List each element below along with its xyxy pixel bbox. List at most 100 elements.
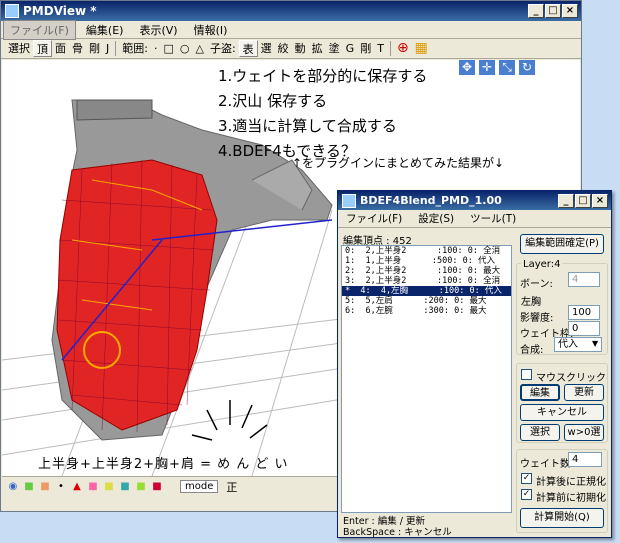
bone-field[interactable]: 4 [568, 272, 600, 287]
target-icon[interactable]: ⊕ [394, 40, 412, 57]
menu-edit[interactable]: 編集(E) [80, 21, 130, 39]
circle-icon[interactable]: ◉ [6, 480, 20, 494]
main-titlebar: PMDView * _ □ × [1, 1, 581, 21]
normalize-before-checkbox[interactable]: ✓ [521, 489, 532, 500]
window-title: PMDView * [23, 4, 97, 18]
tool-rigid2[interactable]: 剛 [357, 40, 374, 57]
tool-rigid[interactable]: 剛 [86, 40, 103, 57]
tool-move[interactable]: 動 [292, 40, 309, 57]
list-item[interactable]: 3: 2,上半身2 :100: 0: 全消 [342, 276, 511, 286]
orange-icon[interactable]: ■ [38, 480, 52, 494]
range-circle[interactable]: ○ [177, 40, 193, 57]
tool-narrow[interactable]: 絞 [275, 40, 292, 57]
dot-icon[interactable]: • [54, 480, 68, 494]
list-item[interactable]: 5: 5,左肩 :200: 0: 最大 [342, 296, 511, 306]
edit-button[interactable]: 編集 [520, 384, 560, 401]
list-item[interactable]: 6: 6,左腕 :300: 0: 最大 [342, 306, 511, 316]
zoom-icon[interactable]: ⤡ [498, 60, 516, 76]
maximize-button[interactable]: □ [545, 4, 561, 18]
normalize-after-label: 計算後に正規化 [536, 477, 606, 488]
combine-label: 合成: [520, 345, 544, 356]
main-toolbar: 選択 頂 面 骨 剛 J 範囲: · □ ○ △ 子盗: 表 選 絞 動 拡 塗… [1, 39, 581, 59]
dialog-maximize-button[interactable]: □ [575, 193, 591, 208]
layer-title: Layer:4 [521, 259, 563, 270]
influence-label: 影響度: [520, 313, 554, 324]
red-triangle-icon[interactable]: ▲ [70, 480, 84, 494]
move-icon[interactable]: ✥ [458, 60, 476, 76]
influence-field[interactable]: 100 [568, 305, 600, 320]
dialog-close-button[interactable]: × [592, 193, 608, 208]
dialog-minimize-button[interactable]: _ [558, 193, 574, 208]
mode-select[interactable]: mode [180, 480, 219, 493]
list-item-selected[interactable]: * 4: 4,左胸 :100: 0: 代入 [342, 286, 511, 296]
tool-t[interactable]: T [374, 40, 387, 57]
bone-name: 左胸 [521, 297, 541, 308]
menu-view[interactable]: 表示(V) [133, 21, 183, 39]
weight-count-label: ウェイト数: [520, 459, 574, 470]
dialog-menu-settings[interactable]: 設定(S) [412, 210, 460, 227]
menu-file[interactable]: ファイル(F) [3, 19, 76, 40]
list-item[interactable]: 1: 1,上半身 :500: 0: 代入 [342, 256, 511, 266]
pink-icon[interactable]: ■ [86, 480, 100, 494]
help-text: Enter : 編集 / 更新 BackSpace : キャンセル [343, 516, 452, 538]
lime-icon[interactable]: ■ [134, 480, 148, 494]
view-controls: ✥ ✛ ⤡ ↻ [458, 60, 536, 76]
red-blue-icon[interactable]: ■ [150, 480, 164, 494]
chevron-down-icon[interactable]: ▼ [592, 339, 598, 348]
range-label: 範囲: [122, 42, 148, 55]
sub-label: 子盗: [209, 42, 236, 55]
menu-info[interactable]: 情報(I) [188, 21, 234, 39]
plugin-icon [342, 193, 356, 208]
dialog-titlebar: BDEF4Blend_PMD_1.00 _ □ × [338, 191, 611, 210]
mouse-click-checkbox[interactable] [521, 369, 532, 380]
status-right: 正 [226, 480, 238, 494]
frame-field[interactable]: 0 [568, 321, 600, 336]
rotate-icon[interactable]: ↻ [518, 60, 536, 76]
bdef4-dialog: BDEF4Blend_PMD_1.00 _ □ × ファイル(F) 設定(S) … [337, 190, 612, 538]
list-item[interactable]: 2: 2,上半身2 :100: 0: 最大 [342, 266, 511, 276]
cancel-button[interactable]: キャンセル [520, 404, 604, 421]
step-1: 1.ウェイトを部分的に保存する [218, 67, 428, 85]
toolbar-divider [389, 41, 391, 56]
dialog-menubar: ファイル(F) 設定(S) ツール(T) [338, 210, 611, 228]
tool-sel2[interactable]: 選 [258, 40, 275, 57]
range-rect[interactable]: □ [160, 40, 176, 57]
grid-icon[interactable]: ▦ [412, 40, 431, 57]
tool-paint[interactable]: 塗 [326, 40, 343, 57]
tool-vertex[interactable]: 頂 [33, 40, 52, 57]
select-button[interactable]: 選択 [520, 424, 560, 441]
tool-scale[interactable]: 拡 [309, 40, 326, 57]
tool-joint[interactable]: J [103, 40, 112, 57]
minimize-button[interactable]: _ [528, 4, 544, 18]
weight-count-field[interactable]: 4 [568, 452, 602, 467]
step-3: 3.適当に計算して合成する [218, 117, 397, 135]
step-2: 2.沢山 保存する [218, 92, 328, 110]
yellow-icon[interactable]: ■ [102, 480, 116, 494]
start-calc-button[interactable]: 計算開始(Q) [520, 508, 604, 528]
green-icon[interactable]: ■ [22, 480, 36, 494]
tool-select[interactable]: 選択 [5, 40, 33, 57]
dialog-title: BDEF4Blend_PMD_1.00 [360, 194, 502, 207]
main-menubar: ファイル(F) 編集(E) 表示(V) 情報(I) [1, 19, 581, 40]
app-icon [5, 4, 19, 18]
range-dot[interactable]: · [151, 40, 161, 57]
teal-icon[interactable]: ■ [118, 480, 132, 494]
bone-formula: 上半身+上半身2+胸+肩 = め ん ど い [38, 457, 289, 472]
dialog-menu-file[interactable]: ファイル(F) [340, 210, 408, 227]
w0-select-button[interactable]: w>0選 [564, 424, 604, 441]
close-button[interactable]: × [562, 4, 578, 18]
tool-face[interactable]: 面 [52, 40, 69, 57]
range-confirm-button[interactable]: 編集範囲確定(P) [520, 234, 604, 254]
update-button[interactable]: 更新 [564, 384, 604, 401]
tool-bone[interactable]: 骨 [69, 40, 86, 57]
tool-table[interactable]: 表 [238, 40, 258, 57]
dialog-menu-tools[interactable]: ツール(T) [464, 210, 522, 227]
help-enter: Enter : 編集 / 更新 [343, 516, 425, 527]
list-item[interactable]: 0: 2,上半身2 :100: 0: 全消 [342, 246, 511, 256]
tool-g[interactable]: G [343, 40, 358, 57]
toolbar-divider [115, 41, 117, 56]
pan-icon[interactable]: ✛ [478, 60, 496, 76]
range-triangle[interactable]: △ [192, 40, 206, 57]
layer-list[interactable]: 0: 2,上半身2 :100: 0: 全消 1: 1,上半身 :500: 0: … [341, 245, 512, 513]
normalize-after-checkbox[interactable]: ✓ [521, 473, 532, 484]
